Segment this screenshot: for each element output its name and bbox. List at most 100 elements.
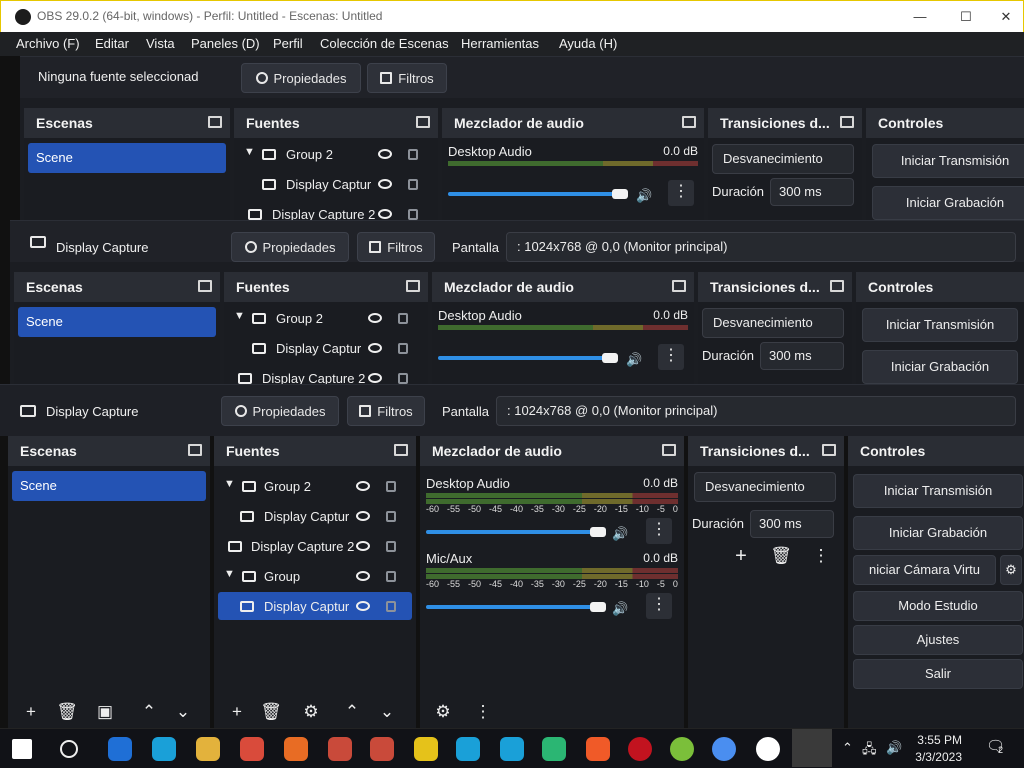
virtual-camera-settings-gear-icon[interactable]: ⚙ [1000,555,1022,585]
eye-icon[interactable] [378,179,392,189]
channel-menu-button[interactable]: ⋮ [646,518,672,544]
duration-spinbox[interactable]: 300 ms [760,342,844,370]
properties-button[interactable]: Propiedades [241,63,361,93]
speaker-icon[interactable]: 🔊 [626,352,642,368]
source-row[interactable]: Display Captur [228,334,424,362]
eye-icon[interactable] [378,149,392,159]
chrome-icon[interactable] [240,737,264,761]
search-icon[interactable] [60,740,78,758]
add-scene-button[interactable]: + [18,700,44,726]
source-row[interactable]: Display Capture 2 [218,532,412,560]
obs-taskbar-icon[interactable] [792,729,832,767]
source-row[interactable]: ▼ Group 2 [218,472,412,500]
pantalla-select[interactable]: : 1024x768 @ 0,0 (Monitor principal) [506,232,1016,262]
eye-icon[interactable] [356,511,370,521]
transition-select[interactable]: Desvanecimiento [702,308,844,338]
lock-icon[interactable] [398,343,408,354]
eye-icon[interactable] [368,343,382,353]
undock-icon[interactable] [822,444,836,456]
volume-slider[interactable] [426,530,596,534]
remove-transition-button[interactable]: 🗑 [768,544,794,570]
minimize-button[interactable]: — [897,5,943,29]
lock-icon[interactable] [408,209,418,220]
lock-icon[interactable] [386,511,396,522]
filters-button[interactable]: Filtros [367,63,447,93]
menu-archivo[interactable]: Archivo (F) [16,36,80,51]
source-row[interactable]: ▼ Group [218,562,412,590]
lock-icon[interactable] [408,179,418,190]
volume-icon[interactable]: 🔊 [886,740,902,756]
eye-icon[interactable] [356,571,370,581]
transition-select[interactable]: Desvanecimiento [712,144,854,174]
menu-paneles[interactable]: Paneles (D) [191,36,260,51]
duration-spinbox[interactable]: 300 ms [770,178,854,206]
source-row[interactable]: ▼ Group 2 [238,140,434,168]
chrome-dev-icon[interactable] [370,737,394,761]
lock-icon[interactable] [386,601,396,612]
undock-icon[interactable] [406,280,420,292]
volume-slider-handle[interactable] [590,527,606,537]
brave-icon[interactable] [586,737,610,761]
source-row[interactable]: Display Captur [218,502,412,530]
edge-dev-icon[interactable] [500,737,524,761]
chevron-down-icon[interactable]: ▼ [224,568,235,580]
chevron-up-icon[interactable]: ⌃ [842,740,853,756]
undock-icon[interactable] [394,444,408,456]
speaker-icon[interactable]: 🔊 [612,526,628,542]
move-down-icon[interactable]: ⌄ [170,700,196,726]
undock-icon[interactable] [830,280,844,292]
undock-icon[interactable] [840,116,854,128]
maximize-button[interactable]: ☐ [943,5,989,29]
internet-explorer-icon[interactable] [108,737,132,761]
browser-icon[interactable] [670,737,694,761]
start-streaming-button[interactable]: Iniciar Transmisión [853,474,1023,508]
close-button[interactable]: ✕ [989,5,1023,29]
edge-icon[interactable] [152,737,176,761]
undock-icon[interactable] [416,116,430,128]
start-recording-button[interactable]: Iniciar Grabación [862,350,1018,384]
source-row[interactable]: ▼ Group 2 [228,304,424,332]
chevron-down-icon[interactable]: ▼ [224,478,235,490]
scene-filters-button[interactable]: ▣ [92,700,118,726]
scene-item[interactable]: Scene [28,143,226,173]
undock-icon[interactable] [188,444,202,456]
settings-button[interactable]: Ajustes [853,625,1023,655]
undock-icon[interactable] [662,444,676,456]
lock-icon[interactable] [386,481,396,492]
lock-icon[interactable] [408,149,418,160]
volume-slider-handle[interactable] [612,189,628,199]
volume-slider[interactable] [438,356,610,360]
clock-date[interactable]: 3/3/2023 [915,750,962,764]
opera-icon[interactable] [628,737,652,761]
volume-slider-handle[interactable] [602,353,618,363]
source-row[interactable]: Display Capture 2 [238,200,434,220]
menu-editar[interactable]: Editar [95,36,129,51]
remove-source-button[interactable]: 🗑 [258,700,284,726]
eye-icon[interactable] [356,601,370,611]
start-streaming-button[interactable]: Iniciar Transmisión [872,144,1024,178]
network-icon[interactable]: 🖧 [862,740,877,762]
volume-slider[interactable] [426,605,596,609]
move-down-icon[interactable]: ⌄ [374,700,400,726]
undock-icon[interactable] [682,116,696,128]
add-transition-button[interactable]: + [728,544,754,570]
undock-icon[interactable] [198,280,212,292]
start-streaming-button[interactable]: Iniciar Transmisión [862,308,1018,342]
start-recording-button[interactable]: Iniciar Grabación [872,186,1024,220]
menu-coleccion-escenas[interactable]: Colección de Escenas [320,36,449,51]
channel-menu-button[interactable]: ⋮ [646,593,672,619]
start-virtual-camera-button[interactable]: niciar Cámara Virtu [853,555,996,585]
filters-button[interactable]: Filtros [347,396,425,426]
properties-button[interactable]: Propiedades [231,232,349,262]
undock-icon[interactable] [208,116,222,128]
filters-button[interactable]: Filtros [357,232,435,262]
lock-icon[interactable] [386,571,396,582]
menu-perfil[interactable]: Perfil [273,36,303,51]
menu-vista[interactable]: Vista [146,36,175,51]
mixer-menu-button[interactable]: ⋮ [470,700,496,726]
remove-scene-button[interactable]: 🗑 [54,700,80,726]
studio-mode-button[interactable]: Modo Estudio [853,591,1023,621]
speaker-icon[interactable]: 🔊 [612,601,628,617]
transition-menu-button[interactable]: ⋮ [808,544,834,570]
add-source-button[interactable]: + [224,700,250,726]
